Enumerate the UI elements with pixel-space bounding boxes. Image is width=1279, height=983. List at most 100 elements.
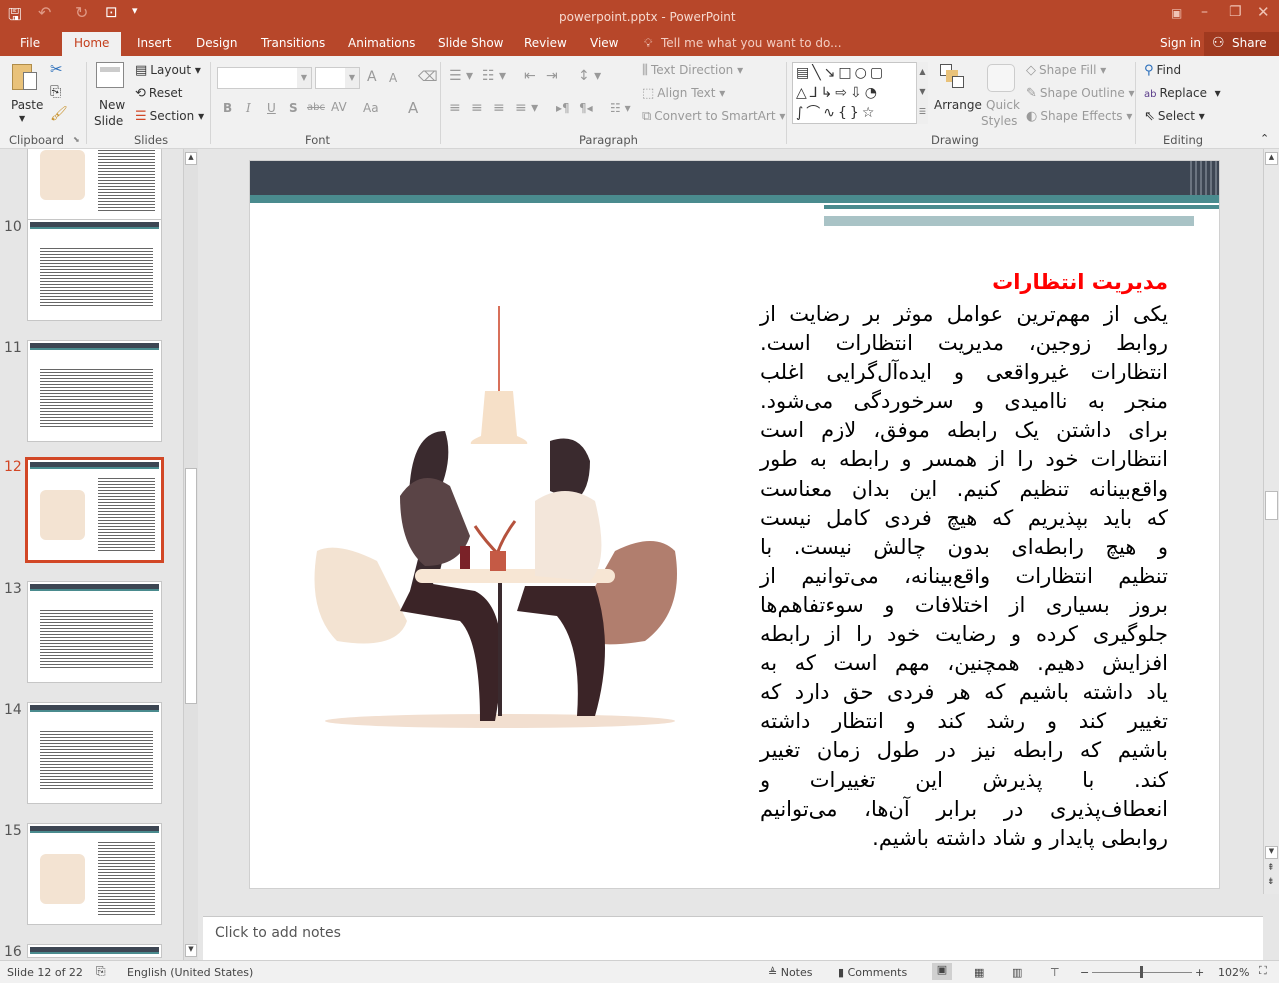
character-spacing-button[interactable]: AV <box>331 100 347 114</box>
ltr-icon[interactable]: ▸¶ <box>556 101 570 115</box>
font-name-input[interactable]: ▼ <box>217 67 312 89</box>
share-button[interactable]: ⚇ Share <box>1204 32 1279 56</box>
convert-smartart-button[interactable]: ⧉ Convert to SmartArt ▾ <box>642 109 785 124</box>
zoom-level[interactable]: 102% <box>1218 966 1249 979</box>
tab-home[interactable]: Home <box>62 32 122 56</box>
tab-animations[interactable]: Animations <box>348 36 415 50</box>
scroll-thumb[interactable] <box>185 468 197 704</box>
justify-icon[interactable]: ≡ ▾ <box>515 100 538 116</box>
slide-thumbnail[interactable] <box>27 702 162 804</box>
bold-button[interactable]: B <box>223 101 232 115</box>
underline-button[interactable]: U <box>267 101 276 115</box>
text-direction-button[interactable]: ⫼ Text Direction ▾ <box>642 63 743 78</box>
increase-indent-icon[interactable]: ⇥ <box>546 68 558 84</box>
quick-styles-button-2[interactable]: Styles <box>981 114 1017 128</box>
notes-button[interactable]: ≜ Notes <box>768 966 813 979</box>
copy-icon[interactable]: ⎘ <box>50 84 61 100</box>
scroll-up-icon[interactable]: ▲ <box>185 152 197 165</box>
thumbnail-scrollbar[interactable]: ▲ ▼ <box>183 149 198 960</box>
paste-button[interactable] <box>10 62 42 96</box>
bullets-icon[interactable]: ☰ ▾ <box>449 68 473 84</box>
italic-button[interactable]: I <box>246 101 251 115</box>
quick-styles-icon[interactable] <box>987 64 1015 92</box>
tab-transitions[interactable]: Transitions <box>261 36 325 50</box>
slide-thumbnail[interactable] <box>27 219 162 321</box>
tell-me-input[interactable]: Tell me what you want to do... <box>661 36 842 50</box>
tab-review[interactable]: Review <box>524 36 567 50</box>
slide-thumbnail[interactable] <box>25 457 164 563</box>
grow-font-button[interactable]: A <box>367 69 377 85</box>
tab-file[interactable]: File <box>20 36 40 50</box>
shapes-gallery[interactable]: ▤╲↘□○▢ △⅃↳⇨⇩◔ ∫⌒∿{}☆ <box>792 62 928 124</box>
shape-outline-button[interactable]: ✎ Shape Outline ▾ <box>1026 86 1135 101</box>
scroll-thumb[interactable] <box>1265 491 1278 520</box>
tab-insert[interactable]: Insert <box>137 36 171 50</box>
section-button[interactable]: ☰ Section ▾ <box>135 109 204 124</box>
quick-styles-button[interactable]: Quick <box>986 98 1020 112</box>
layout-button[interactable]: ▤ Layout ▾ <box>135 63 201 78</box>
language-indicator[interactable]: English (United States) <box>127 966 253 979</box>
shrink-font-button[interactable]: A <box>389 71 397 85</box>
save-icon[interactable]: 🖫 <box>8 4 22 31</box>
reading-view-icon[interactable]: ▥ <box>1012 966 1022 979</box>
dialog-launcher-icon[interactable]: ⬊ <box>73 135 80 144</box>
previous-slide-icon[interactable]: ⇞ <box>1267 863 1275 873</box>
slide-thumbnail[interactable] <box>27 581 162 683</box>
clear-formatting-icon[interactable]: ⌫ <box>418 69 438 85</box>
align-text-button[interactable]: ⬚ Align Text ▾ <box>642 86 725 101</box>
shadow-button[interactable]: S <box>289 101 298 115</box>
paste-dropdown-icon[interactable]: ▼ <box>19 114 25 123</box>
ribbon-display-options-icon[interactable]: ▣ <box>1171 6 1182 20</box>
restore-icon[interactable]: ❐ <box>1229 4 1242 20</box>
slide-thumbnail[interactable] <box>27 340 162 442</box>
align-center-icon[interactable]: ≡ <box>471 100 483 116</box>
slide-show-icon[interactable]: ⊤ <box>1050 966 1060 979</box>
slide-canvas[interactable]: مدیریت انتظارات یکی از مهم‌ترین عوامل مو… <box>249 160 1220 889</box>
new-slide-label[interactable]: New <box>99 98 125 112</box>
font-color-button[interactable]: A <box>408 99 418 117</box>
fit-to-window-icon[interactable]: ⛶ <box>1259 964 1267 978</box>
change-case-button[interactable]: Aa <box>363 101 379 115</box>
new-slide-icon[interactable] <box>96 62 124 88</box>
zoom-in-icon[interactable]: + <box>1195 966 1204 979</box>
notes-pane[interactable]: Click to add notes <box>203 916 1263 960</box>
arrange-button[interactable]: Arrange <box>934 98 982 112</box>
close-icon[interactable]: ✕ <box>1257 3 1270 21</box>
tab-design[interactable]: Design <box>196 36 237 50</box>
undo-icon[interactable]: ↶ <box>38 3 51 22</box>
notes-placeholder[interactable]: Click to add notes <box>215 925 341 941</box>
start-from-beginning-icon[interactable]: ⊡ <box>105 3 118 21</box>
rtl-icon[interactable]: ¶◂ <box>579 101 593 115</box>
scroll-down-icon[interactable]: ▼ <box>1265 846 1278 859</box>
sign-in-link[interactable]: Sign in <box>1160 36 1201 50</box>
normal-view-icon[interactable]: ▣ <box>932 963 952 980</box>
zoom-slider-thumb[interactable] <box>1140 966 1143 978</box>
customize-qat-icon[interactable]: ▾ <box>132 4 138 17</box>
columns-icon[interactable]: ☷ ▾ <box>610 101 631 115</box>
align-right-icon[interactable]: ≡ <box>493 100 505 116</box>
collapse-ribbon-icon[interactable]: ⌃ <box>1260 132 1269 145</box>
strikethrough-button[interactable]: abc <box>307 102 325 113</box>
arrange-icon[interactable] <box>940 64 966 90</box>
next-slide-icon[interactable]: ⇟ <box>1267 877 1275 887</box>
gallery-scroll[interactable]: ▲ ▼ ☰ <box>916 62 928 124</box>
line-spacing-icon[interactable]: ↕ ▾ <box>578 68 601 84</box>
font-size-input[interactable]: ▼ <box>315 67 360 89</box>
replace-button[interactable]: ab Replace ▾ <box>1144 86 1221 100</box>
format-painter-icon[interactable]: 🖌︎ <box>50 106 68 122</box>
new-slide-label-2[interactable]: Slide <box>94 114 123 128</box>
paste-label[interactable]: Paste <box>11 98 43 112</box>
reset-button[interactable]: ⟲ Reset <box>135 86 182 101</box>
slide-thumbnail[interactable] <box>27 944 162 958</box>
minimize-icon[interactable]: – <box>1201 4 1208 20</box>
scroll-down-icon[interactable]: ▼ <box>185 944 197 957</box>
spell-check-icon[interactable]: ⎘ <box>96 964 106 979</box>
shape-fill-button[interactable]: ◇ Shape Fill ▾ <box>1026 63 1106 78</box>
tab-view[interactable]: View <box>590 36 618 50</box>
redo-icon[interactable]: ↻ <box>75 3 88 22</box>
shape-effects-button[interactable]: ◐ Shape Effects ▾ <box>1026 109 1132 124</box>
numbering-icon[interactable]: ☷ ▾ <box>482 68 506 84</box>
slide-sorter-icon[interactable]: ▦ <box>974 966 984 979</box>
slide-thumbnail[interactable] <box>27 149 162 221</box>
scroll-up-icon[interactable]: ▲ <box>1265 152 1278 165</box>
